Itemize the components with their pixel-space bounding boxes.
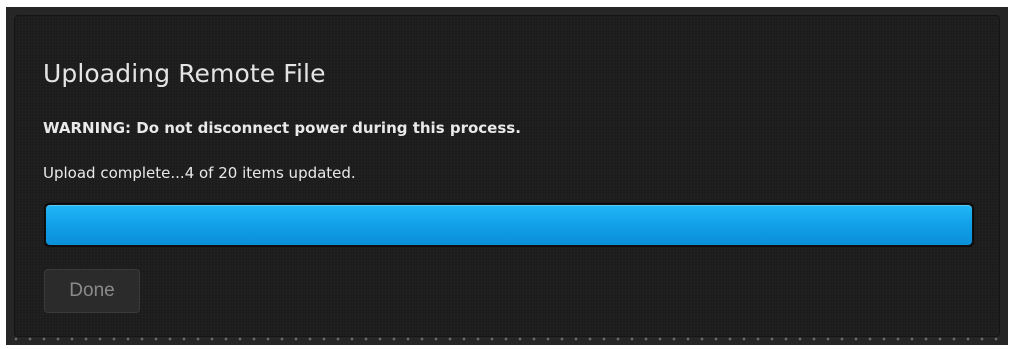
progress-bar-fill	[46, 205, 972, 245]
dialog-frame: Uploading Remote File WARNING: Do not di…	[6, 7, 1008, 345]
dialog-title: Uploading Remote File	[43, 59, 326, 88]
progress-bar	[44, 203, 974, 247]
warning-text: WARNING: Do not disconnect power during …	[43, 119, 521, 137]
upload-status-text: Upload complete...4 of 20 items updated.	[43, 164, 356, 182]
done-button[interactable]: Done	[44, 269, 140, 313]
upload-dialog: Uploading Remote File WARNING: Do not di…	[14, 15, 1000, 337]
